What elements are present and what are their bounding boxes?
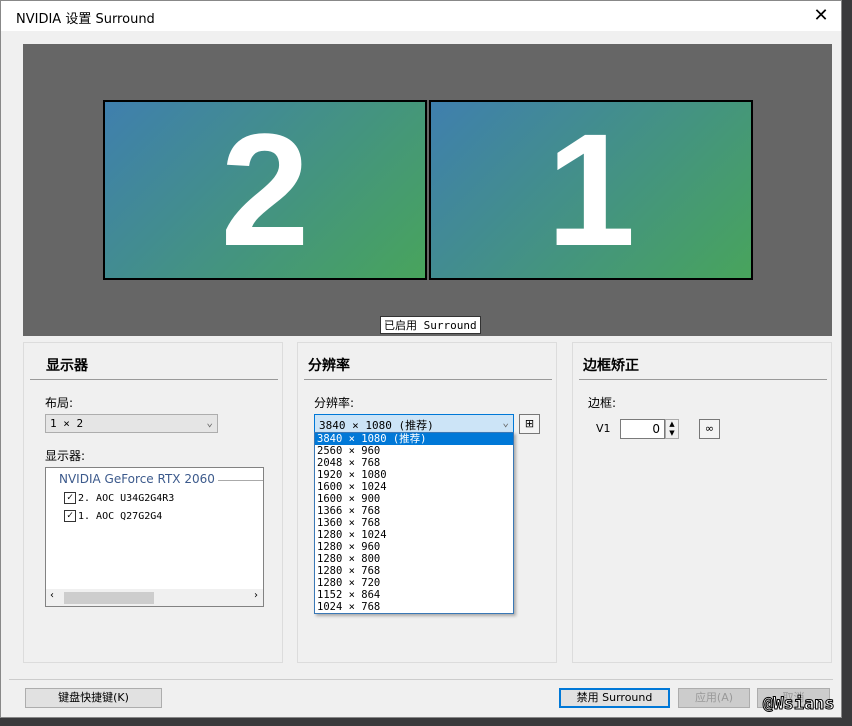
gpu-group-label: NVIDIA GeForce RTX 2060 bbox=[59, 472, 215, 486]
resolution-option[interactable]: 1600 × 900 bbox=[315, 493, 513, 505]
arrow-up-icon[interactable]: ▲ bbox=[666, 420, 678, 429]
resolution-dropdown-list[interactable]: 3840 × 1080 (推荐) 2560 × 960 2048 × 768 1920… bbox=[314, 432, 514, 614]
monitor-1[interactable]: 1 bbox=[429, 100, 753, 280]
resolution-option[interactable]: 1600 × 1024 bbox=[315, 481, 513, 493]
resolution-option[interactable]: 1280 × 800 bbox=[315, 553, 513, 565]
displays-list: NVIDIA GeForce RTX 2060 ✓ 2. AOC U34G2G4R… bbox=[45, 467, 264, 607]
resolution-option[interactable]: 1024 × 768 bbox=[315, 601, 513, 613]
layout-label: 布局: bbox=[45, 396, 74, 410]
divider bbox=[579, 379, 827, 380]
chevron-down-icon: ⌄ bbox=[206, 416, 213, 429]
apply-button[interactable]: 应用(A) bbox=[678, 688, 750, 708]
link-icon[interactable]: ∞ bbox=[699, 419, 720, 439]
resolution-option[interactable]: 2048 × 768 bbox=[315, 457, 513, 469]
panel-heading: 边框矫正 bbox=[583, 358, 639, 374]
display-checkbox[interactable]: ✓ 2. AOC U34G2G4R3 bbox=[64, 492, 174, 504]
resolution-label: 分辨率: bbox=[314, 396, 355, 410]
surround-status: 已启用 Surround bbox=[380, 316, 481, 334]
scrollbar-thumb[interactable] bbox=[64, 592, 154, 604]
arrow-down-icon[interactable]: ▼ bbox=[666, 429, 678, 438]
resolution-option[interactable]: 3840 × 1080 (推荐) bbox=[315, 433, 513, 445]
resolution-option[interactable]: 2560 × 960 bbox=[315, 445, 513, 457]
divider bbox=[9, 679, 833, 680]
keyboard-shortcuts-button[interactable]: 键盘快捷键(K) bbox=[25, 688, 162, 708]
monitor-2[interactable]: 2 bbox=[103, 100, 427, 280]
custom-resolution-icon[interactable]: ⊞ bbox=[519, 414, 540, 434]
resolution-option[interactable]: 1920 × 1080 bbox=[315, 469, 513, 481]
resolution-option[interactable]: 1152 × 864 bbox=[315, 589, 513, 601]
display-checkbox[interactable]: ✓ 1. AOC Q27G2G4 bbox=[64, 510, 162, 522]
v1-input[interactable]: 0 bbox=[620, 419, 665, 439]
resolution-option[interactable]: 1366 × 768 bbox=[315, 505, 513, 517]
v1-label: V1 bbox=[596, 422, 611, 435]
displays-label: 显示器: bbox=[45, 449, 86, 463]
resolution-option[interactable]: 1280 × 1024 bbox=[315, 529, 513, 541]
panel-heading: 显示器 bbox=[46, 358, 88, 374]
watermark: @Wsians bbox=[763, 694, 836, 715]
divider bbox=[218, 480, 263, 481]
divider bbox=[304, 379, 552, 380]
chevron-down-icon: ⌄ bbox=[502, 416, 509, 429]
resolution-option[interactable]: 1280 × 960 bbox=[315, 541, 513, 553]
disable-surround-button[interactable]: 禁用 Surround bbox=[559, 688, 670, 708]
v1-stepper[interactable]: ▲ ▼ bbox=[665, 419, 679, 439]
resolution-option[interactable]: 1280 × 768 bbox=[315, 565, 513, 577]
scroll-right-icon[interactable]: › bbox=[254, 590, 258, 601]
resolution-value: 3840 × 1080 (推荐) bbox=[319, 419, 434, 432]
resolution-option[interactable]: 1360 × 768 bbox=[315, 517, 513, 529]
display-name: 1. AOC Q27G2G4 bbox=[78, 510, 163, 522]
bezel-panel: 边框矫正 边框: V1 0 ▲ ▼ ∞ bbox=[572, 342, 832, 663]
displays-panel: 显示器 布局: 1 × 2 ⌄ 显示器: NVIDIA GeForce RTX 2… bbox=[23, 342, 283, 663]
resolution-option[interactable]: 1280 × 720 bbox=[315, 577, 513, 589]
display-name: 2. AOC U34G2G4R3 bbox=[78, 492, 175, 504]
bezel-label: 边框: bbox=[588, 396, 617, 410]
layout-select[interactable]: 1 × 2 ⌄ bbox=[45, 414, 218, 433]
display-preview: 2 1 已启用 Surround bbox=[23, 44, 832, 336]
resolution-select[interactable]: 3840 × 1080 (推荐) ⌄ bbox=[314, 414, 514, 433]
layout-value: 1 × 2 bbox=[50, 417, 84, 430]
surround-dialog: NVIDIA 设置 Surround ✕ 2 1 已启用 Surround 显示… bbox=[0, 0, 842, 718]
divider bbox=[30, 379, 278, 380]
checkbox-checked-icon[interactable]: ✓ bbox=[64, 492, 76, 504]
close-icon[interactable]: ✕ bbox=[809, 5, 833, 26]
scroll-left-icon[interactable]: ‹ bbox=[50, 590, 54, 601]
title-bar: NVIDIA 设置 Surround ✕ bbox=[1, 1, 841, 31]
panel-heading: 分辨率 bbox=[308, 358, 350, 374]
horizontal-scrollbar[interactable]: ‹ › bbox=[46, 589, 263, 606]
checkbox-checked-icon[interactable]: ✓ bbox=[64, 510, 76, 522]
window-title: NVIDIA 设置 Surround bbox=[16, 12, 155, 27]
